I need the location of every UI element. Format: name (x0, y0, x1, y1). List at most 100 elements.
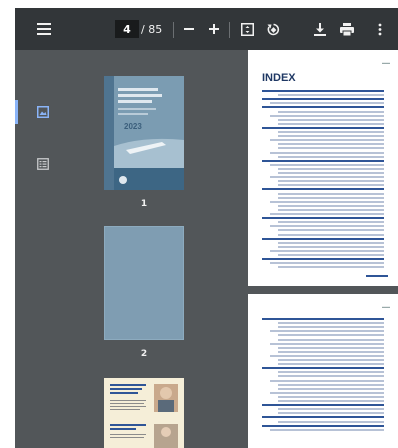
toc-entry (278, 143, 384, 146)
outline-icon (37, 158, 49, 170)
toc-entry (278, 221, 384, 224)
toc-entry (262, 367, 384, 370)
page-footer-mark (366, 275, 388, 277)
fit-page-icon (240, 22, 254, 36)
sidebar-rail (15, 50, 81, 448)
toc-entry (278, 412, 384, 415)
cover-thumbnail-image (104, 76, 184, 190)
toc-entry (262, 318, 384, 320)
toc-entry (270, 354, 384, 357)
toc-entry (278, 371, 384, 374)
fit-page-button[interactable] (235, 8, 259, 50)
document-page-index: ▬▬ INDEX (248, 50, 398, 286)
toc-entry (270, 139, 384, 142)
page-number-input[interactable]: 4 (115, 20, 139, 38)
toc-entry (278, 245, 384, 248)
active-view-indicator (15, 100, 18, 124)
toc-entry (262, 159, 384, 162)
cover-year: 2023 (124, 122, 142, 131)
download-button[interactable] (308, 8, 332, 50)
toc-entry (278, 135, 384, 138)
toc-entry (278, 155, 384, 158)
toc-entry (278, 266, 384, 269)
toc-entry (270, 176, 384, 179)
thumbnail-page-number: 1 (140, 199, 148, 209)
toc-entry (278, 346, 384, 349)
page-thumbnail-image (104, 378, 184, 448)
toc-entry (278, 110, 384, 113)
toc-entry (278, 326, 384, 329)
toolbar-divider (173, 22, 174, 38)
toc-entry (262, 188, 384, 191)
toc-entry (270, 262, 384, 265)
toc-entry (278, 350, 384, 353)
toc-entry (270, 151, 384, 154)
print-button[interactable] (335, 8, 359, 50)
toc-entry (278, 131, 384, 133)
toc-entry (278, 172, 384, 174)
toc-entry (278, 241, 384, 244)
page-thumbnail-1[interactable]: 2023 (104, 76, 184, 190)
zoom-in-icon (209, 24, 219, 34)
page-thumbnail-3[interactable] (104, 378, 184, 448)
zoom-out-icon (184, 28, 194, 30)
zoom-out-button[interactable] (178, 8, 200, 50)
thumbnail-page-number: 2 (140, 349, 148, 359)
toc-entry (270, 428, 384, 431)
toc-entry (278, 387, 384, 390)
toc-entry (262, 258, 384, 261)
toc-entry (270, 379, 384, 382)
toc-entry (278, 408, 384, 411)
toc-entry (278, 400, 384, 402)
toc-entry (270, 330, 384, 333)
toc-entry (278, 184, 384, 187)
toc-entry (278, 395, 384, 398)
toc-entry (270, 114, 384, 117)
blank-page-image (104, 226, 184, 340)
toc-entry (262, 404, 384, 407)
more-options-button[interactable] (370, 8, 390, 50)
toc-entry (278, 322, 384, 325)
page-header-mark: ▬▬ (382, 304, 390, 309)
toc-entry (278, 180, 384, 183)
document-page-index-continued: ▬▬ (248, 294, 398, 448)
toolbar-divider (229, 22, 230, 38)
toc-entry (262, 237, 384, 240)
zoom-in-button[interactable] (203, 8, 225, 50)
toc-entry (278, 338, 384, 341)
menu-icon (37, 23, 51, 35)
toc-entry (278, 229, 384, 232)
page-header-mark: ▬▬ (382, 60, 390, 65)
menu-button[interactable] (29, 8, 59, 50)
toc-entry (278, 167, 384, 170)
download-icon (314, 22, 326, 36)
toc-entry (278, 359, 384, 361)
pdf-toolbar: 4 / 85 (15, 8, 398, 50)
outline-view-button[interactable] (35, 156, 51, 172)
print-icon (340, 22, 354, 36)
thumbnail-pane: 2023 1 2 (81, 50, 184, 448)
toc-entry (278, 192, 384, 195)
pdf-viewer: 4 / 85 2023 1 2 ▬▬ INDEX ▬▬ (15, 8, 398, 448)
toc-entry (278, 334, 384, 337)
toc-entry (278, 375, 384, 378)
index-heading: INDEX (262, 72, 296, 84)
toc-entry (278, 196, 384, 199)
rotate-icon (267, 23, 279, 35)
rotate-button[interactable] (261, 8, 285, 50)
toc-entry (270, 200, 384, 203)
toc-entry (278, 254, 384, 256)
toc-entry (278, 118, 384, 121)
toc-entry (270, 342, 384, 345)
thumbnail-view-button[interactable] (35, 104, 51, 120)
toc-entry (270, 213, 384, 215)
page-thumbnail-2[interactable] (104, 226, 184, 340)
toc-entry (278, 208, 384, 211)
toc-entry (270, 249, 384, 252)
toc-entry (262, 424, 384, 427)
toc-entry (278, 363, 384, 366)
toc-entry (278, 204, 384, 207)
toc-entry (270, 225, 384, 228)
toc-entry (278, 420, 384, 423)
toc-entry (262, 106, 384, 109)
